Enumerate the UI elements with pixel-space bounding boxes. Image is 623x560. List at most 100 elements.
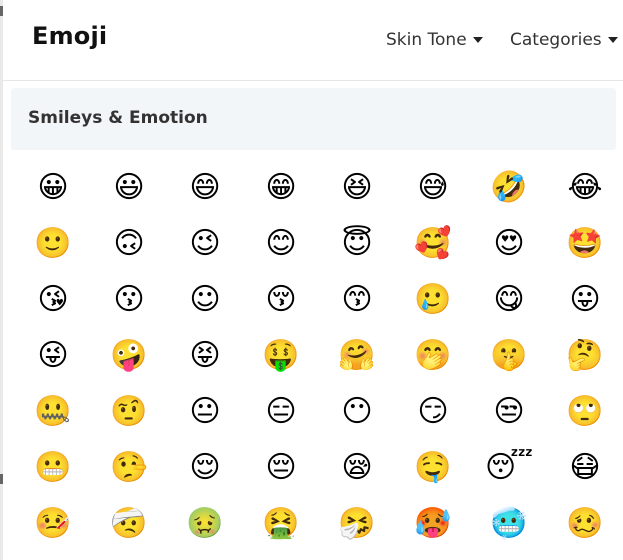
emoji-glyph: 🥰 [414, 226, 452, 261]
emoji-button[interactable]: 🥵 [395, 496, 471, 552]
emoji-button[interactable]: 🤕 [91, 496, 167, 552]
emoji-button[interactable]: 😏 [395, 384, 471, 440]
emoji-button[interactable]: 😒 [471, 384, 547, 440]
emoji-glyph: 🥶 [490, 506, 528, 541]
emoji-glyph: 😊 [265, 226, 297, 261]
emoji-grid: 😀 😃 😄 😁 😆 😅 🤣 😂 🙂 🙃 😉 😊 😇 🥰 😍 🤩 😘 😗 ☺ 😚 😙 🥲 😋 😛 😜 🤪 😝 🤑 🤗 🤭 🤫 🤔 🤐 🤨 😐 😑 😶 😏 😒 🙄… [15, 160, 623, 552]
emoji-button[interactable]: 🤒 [15, 496, 91, 552]
emoji-button[interactable]: 😜 [15, 328, 91, 384]
emoji-button[interactable]: 🤩 [547, 216, 623, 272]
emoji-button[interactable]: ☺ [167, 272, 243, 328]
emoji-button[interactable]: 😔 [243, 440, 319, 496]
emoji-button[interactable]: 🥴 [547, 496, 623, 552]
emoji-button[interactable]: 😁 [243, 160, 319, 216]
emoji-button[interactable]: 😛 [547, 272, 623, 328]
emoji-button[interactable]: 😴 [471, 440, 547, 496]
skin-tone-dropdown[interactable]: Skin Tone [386, 28, 483, 52]
emoji-button[interactable]: 😉 [167, 216, 243, 272]
emoji-button[interactable]: 🤮 [243, 496, 319, 552]
emoji-button[interactable]: 🤗 [319, 328, 395, 384]
emoji-glyph: 😐 [189, 394, 221, 429]
emoji-glyph: 😅 [417, 170, 449, 205]
emoji-button[interactable]: 🤥 [91, 440, 167, 496]
emoji-button[interactable]: 🙂 [15, 216, 91, 272]
emoji-glyph: ☺ [189, 282, 221, 317]
emoji-button[interactable]: 🤭 [395, 328, 471, 384]
emoji-button[interactable]: 🤨 [91, 384, 167, 440]
emoji-button[interactable]: 😅 [395, 160, 471, 216]
emoji-glyph: 🤣 [490, 170, 528, 205]
emoji-button[interactable]: 😃 [91, 160, 167, 216]
emoji-button[interactable]: 😪 [319, 440, 395, 496]
emoji-button[interactable]: 😙 [319, 272, 395, 328]
emoji-glyph: 😴 [484, 450, 534, 485]
emoji-glyph: 😌 [189, 450, 221, 485]
emoji-button[interactable]: 😷 [547, 440, 623, 496]
emoji-button[interactable]: 🤐 [15, 384, 91, 440]
picker-header: Emoji Skin Tone Categories [3, 0, 623, 81]
emoji-button[interactable]: 🤧 [319, 496, 395, 552]
emoji-button[interactable]: 😑 [243, 384, 319, 440]
emoji-glyph: 😬 [34, 450, 72, 485]
emoji-button[interactable]: 😋 [471, 272, 547, 328]
emoji-button[interactable]: 🤤 [395, 440, 471, 496]
emoji-button[interactable]: 😍 [471, 216, 547, 272]
emoji-button[interactable]: 🤣 [471, 160, 547, 216]
emoji-button[interactable]: 🤫 [471, 328, 547, 384]
emoji-button[interactable]: 😝 [167, 328, 243, 384]
emoji-button[interactable]: 😄 [167, 160, 243, 216]
emoji-glyph: 🙂 [34, 226, 72, 261]
emoji-glyph: 😉 [189, 226, 221, 261]
emoji-button[interactable]: 😆 [319, 160, 395, 216]
emoji-glyph: 🤥 [110, 450, 148, 485]
emoji-glyph: 😒 [493, 394, 525, 429]
emoji-glyph: 😔 [265, 450, 297, 485]
picker-title: Emoji [32, 22, 108, 50]
emoji-glyph: 😙 [341, 282, 373, 317]
emoji-glyph: 🤔 [566, 338, 604, 373]
emoji-button[interactable]: 🤑 [243, 328, 319, 384]
emoji-glyph: 🥴 [566, 506, 604, 541]
emoji-button[interactable]: 🥲 [395, 272, 471, 328]
emoji-glyph: 🤒 [34, 506, 72, 541]
emoji-button[interactable]: 😀 [15, 160, 91, 216]
emoji-button[interactable]: 😐 [167, 384, 243, 440]
emoji-glyph: 😋 [493, 282, 525, 317]
emoji-glyph: 😚 [265, 282, 297, 317]
emoji-glyph: 😶 [341, 394, 373, 429]
emoji-button[interactable]: 😚 [243, 272, 319, 328]
emoji-button[interactable]: 🙃 [91, 216, 167, 272]
category-header-smileys: Smileys & Emotion [11, 88, 616, 150]
emoji-button[interactable]: 🤔 [547, 328, 623, 384]
emoji-button[interactable]: 😘 [15, 272, 91, 328]
caret-down-icon [607, 37, 618, 43]
emoji-button[interactable]: 🤢 [167, 496, 243, 552]
emoji-glyph: 😗 [113, 282, 145, 317]
emoji-button[interactable]: 😬 [15, 440, 91, 496]
emoji-glyph: 🤭 [414, 338, 452, 373]
emoji-glyph: 🤕 [110, 506, 148, 541]
caret-down-icon [472, 37, 483, 43]
emoji-glyph: 😁 [265, 170, 297, 205]
emoji-glyph: 😜 [37, 338, 69, 373]
emoji-glyph: 😄 [189, 170, 221, 205]
emoji-button[interactable]: 🙄 [547, 384, 623, 440]
emoji-button[interactable]: 🤪 [91, 328, 167, 384]
emoji-glyph: 😷 [569, 450, 601, 485]
emoji-glyph: 🤪 [110, 338, 148, 373]
emoji-button[interactable]: 😇 [319, 216, 395, 272]
emoji-glyph: 🤨 [110, 394, 148, 429]
emoji-glyph: 🙄 [566, 394, 604, 429]
emoji-glyph: 🤩 [566, 226, 604, 261]
emoji-button[interactable]: 😊 [243, 216, 319, 272]
emoji-glyph: 😘 [37, 282, 69, 317]
emoji-button[interactable]: 😂 [547, 160, 623, 216]
emoji-button[interactable]: 🥰 [395, 216, 471, 272]
skin-tone-label: Skin Tone [386, 30, 467, 50]
emoji-button[interactable]: 😗 [91, 272, 167, 328]
emoji-button[interactable]: 🥶 [471, 496, 547, 552]
emoji-glyph: 🥲 [414, 282, 452, 317]
categories-dropdown[interactable]: Categories [510, 28, 618, 52]
emoji-button[interactable]: 😌 [167, 440, 243, 496]
emoji-button[interactable]: 😶 [319, 384, 395, 440]
